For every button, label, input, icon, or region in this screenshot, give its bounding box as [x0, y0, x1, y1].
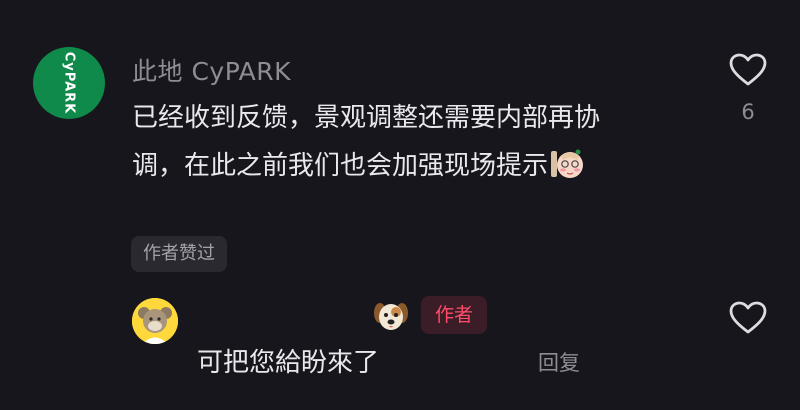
reply-like-heart-icon[interactable]	[728, 300, 768, 336]
shy-face-emoji-icon	[550, 148, 586, 180]
reply-avatar-sheep-icon[interactable]	[132, 298, 178, 344]
like-heart-icon[interactable]	[728, 52, 768, 88]
author-liked-badge: 作者赞过	[131, 236, 227, 272]
reply-text: 可把您給盼來了	[197, 348, 380, 378]
comment-text: 已经收到反馈，景观调整还需要内部再协 调，在此之前我们也会加强现场提示	[132, 94, 672, 190]
comment-text-line2: 调，在此之前我们也会加强现场提示	[132, 151, 549, 181]
author-tag-badge: 作者	[421, 296, 487, 334]
cypark-logo: CyPARK	[61, 51, 77, 115]
comment-author-name[interactable]: 此地 CyPARK	[132, 52, 291, 88]
dog-face-emoji-icon	[372, 299, 410, 335]
avatar[interactable]: CyPARK	[33, 47, 105, 119]
comment-text-line1: 已经收到反馈，景观调整还需要内部再协	[132, 103, 601, 133]
like-count: 6	[741, 100, 755, 124]
reply-button[interactable]: 回复	[538, 347, 580, 377]
comment-item: CyPARK 此地 CyPARK 已经收到反馈，景观调整还需要内部再协 调，在此…	[0, 0, 800, 410]
